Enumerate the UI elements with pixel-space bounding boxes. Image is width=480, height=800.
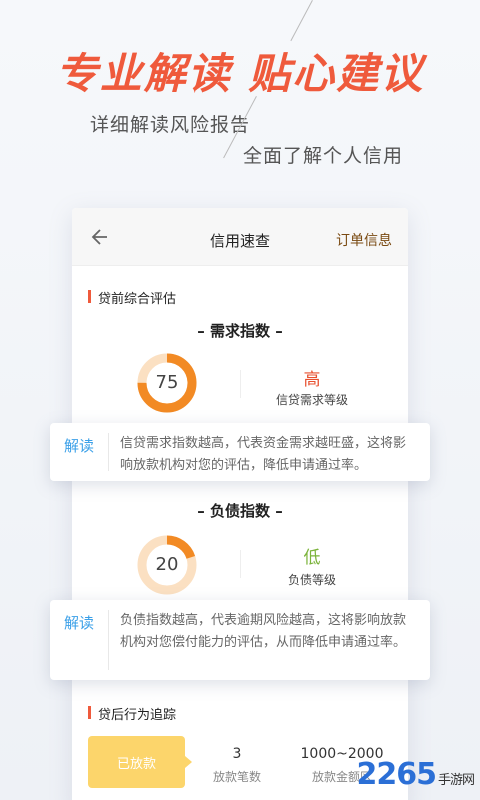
watermark-logo: 2265 手游网 [356, 757, 475, 792]
divider [108, 433, 109, 471]
demand-level-label: 信贷需求等级 [275, 393, 348, 407]
watermark-suffix: 手游网 [437, 773, 475, 788]
debt-index-value: 20 [155, 554, 179, 575]
debt-interpretation: 解读 负债指数越高，代表逾期风险越高，这将影响放款机构对您偿付能力的评估，从而降… [50, 600, 430, 680]
interpretation-tag: 解读 [63, 614, 94, 632]
top-bar: 信用速查 订单信息 [72, 208, 408, 266]
divider [240, 370, 241, 398]
debt-level-label: 负债等级 [287, 573, 336, 587]
debt-level: 低 [303, 548, 321, 568]
subtitle-credit: 全面了解个人信用 [243, 145, 404, 167]
watermark-text: 2265 [356, 757, 436, 792]
headline: 专业解读 贴心建议 [55, 49, 425, 98]
order-info-link[interactable]: 订单信息 [336, 230, 392, 250]
divider [108, 610, 109, 670]
interpretation-text: 负债指数越高，代表逾期风险越高，这将影响放款机构对您偿付能力的评估，从而降低申请… [120, 613, 407, 650]
demand-index-title: – 需求指数 – [197, 322, 283, 340]
subtitle-report: 详细解读风险报告 [90, 114, 251, 136]
demand-level: 高 [303, 370, 321, 390]
divider [240, 550, 241, 578]
section-title-pre-loan: 贷前综合评估 [88, 288, 176, 307]
demand-interpretation: 解读 信贷需求指数越高，代表资金需求越旺盛，这将影响放款机构对您的评估，降低申请… [50, 423, 430, 481]
demand-ring: 75 [136, 352, 198, 414]
interpretation-text: 信贷需求指数越高，代表资金需求越旺盛，这将影响放款机构对您的评估，降低申请通过率… [120, 436, 407, 473]
decorative-slash [290, 0, 313, 42]
debt-ring: 20 [136, 534, 198, 596]
loan-count-value: 3 [232, 746, 242, 762]
interpretation-tag: 解读 [63, 437, 94, 455]
loan-status-button[interactable]: 已放款 [88, 736, 192, 788]
phone-card: 信用速查 订单信息 贷前综合评估 – 需求指数 – 75 高 信贷需求等级 – … [72, 208, 408, 800]
loan-count-label: 放款笔数 [212, 770, 261, 784]
debt-index-title: – 负债指数 – [197, 502, 283, 520]
section-title-post-loan: 贷后行为追踪 [88, 704, 176, 723]
demand-index-value: 75 [155, 372, 179, 393]
